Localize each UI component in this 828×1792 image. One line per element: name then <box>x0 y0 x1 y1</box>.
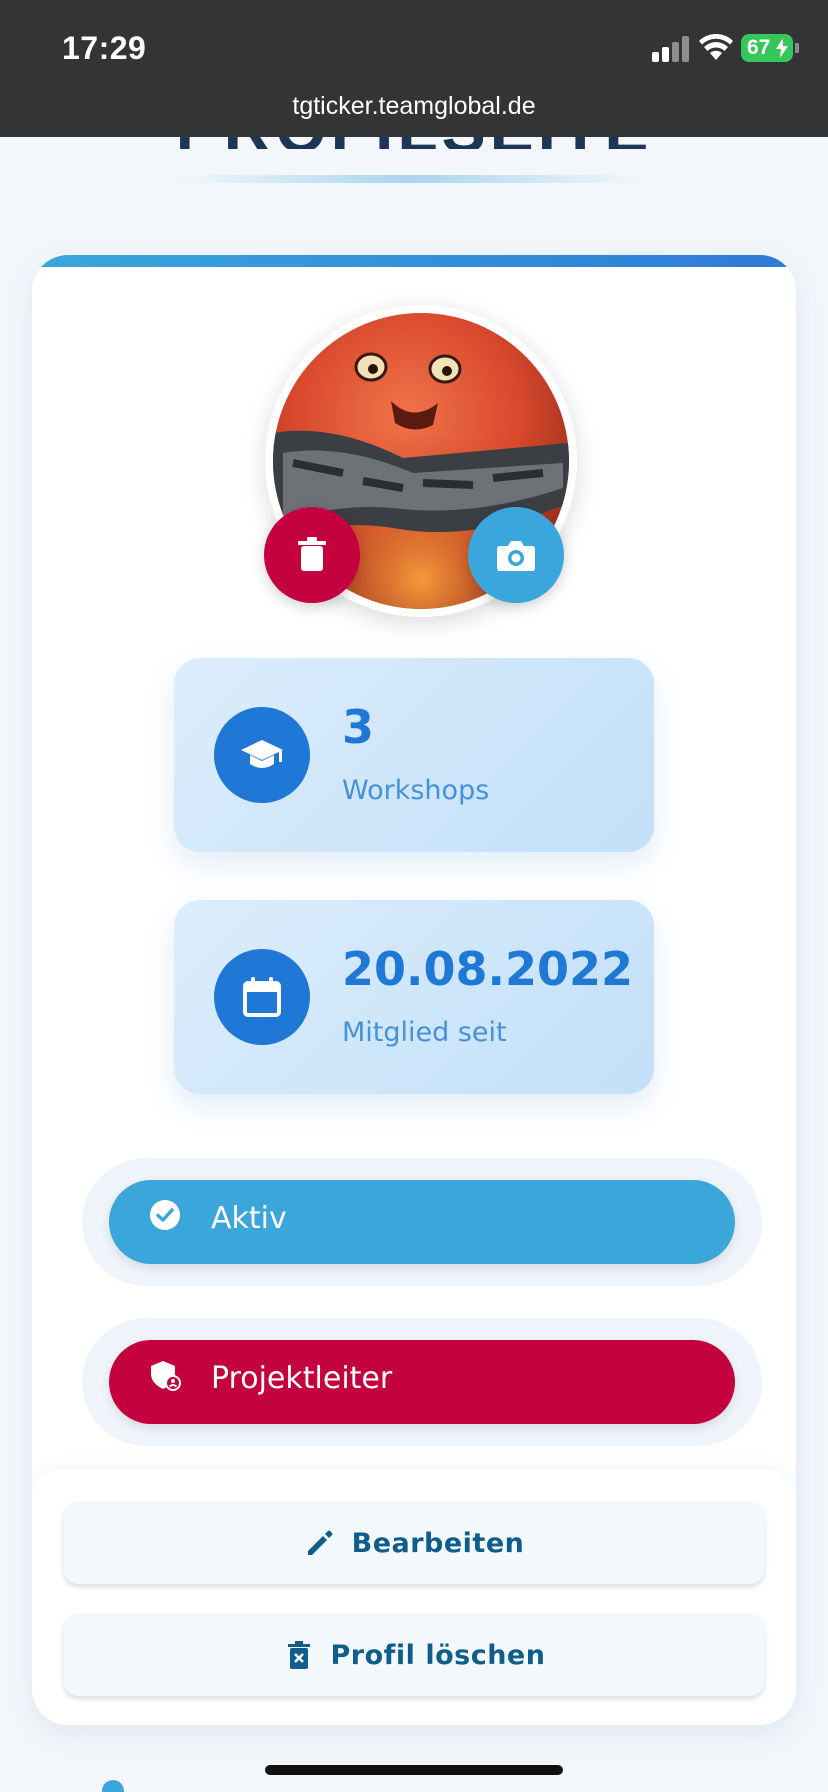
trash-icon <box>298 537 326 571</box>
status-time: 17:29 <box>62 30 147 66</box>
status-badge-container: Aktiv <box>82 1158 762 1286</box>
member-since-label: Mitglied seit <box>342 1017 507 1048</box>
home-indicator <box>265 1765 563 1775</box>
pencil-icon <box>307 1530 333 1555</box>
delete-profile-button[interactable]: Profil löschen <box>64 1614 764 1696</box>
wifi-icon <box>699 34 733 60</box>
battery-indicator: 67 <box>741 34 799 62</box>
workshops-label: Workshops <box>342 775 490 806</box>
status-badge: Aktiv <box>109 1180 735 1264</box>
workshops-stat-card: 3 Workshops <box>174 658 654 852</box>
check-circle-icon <box>150 1200 180 1230</box>
edit-profile-button[interactable]: Bearbeiten <box>64 1502 764 1584</box>
workshops-count: 3 <box>342 700 375 754</box>
status-label: Aktiv <box>211 1201 287 1236</box>
page-title: PROFILSEITE <box>0 137 828 149</box>
role-badge-container: Projektleiter <box>82 1318 762 1446</box>
admin-shield-icon <box>151 1361 181 1391</box>
address-bar-url[interactable]: tgticker.teamglobal.de <box>0 92 828 121</box>
delete-photo-button[interactable] <box>264 507 360 603</box>
delete-forever-icon <box>287 1641 310 1669</box>
profile-card: 3 Workshops 20.08.2022 Mitglied seit Akt… <box>32 255 796 1725</box>
calendar-icon <box>214 949 310 1045</box>
battery-level: 67 <box>747 36 771 59</box>
status-bar: 17:29 67 tgticker.teamglobal.de <box>0 0 828 137</box>
charging-bolt-icon <box>776 38 788 58</box>
edit-profile-label: Bearbeiten <box>351 1527 525 1559</box>
camera-icon <box>497 541 535 571</box>
member-since-stat-card: 20.08.2022 Mitglied seit <box>174 900 654 1094</box>
member-since-date: 20.08.2022 <box>342 942 634 996</box>
cellular-signal-icon <box>652 36 689 62</box>
card-accent-bar <box>32 255 796 267</box>
title-underline <box>175 175 645 183</box>
role-label: Projektleiter <box>211 1361 393 1396</box>
change-photo-button[interactable] <box>468 507 564 603</box>
actions-panel: Bearbeiten Profil löschen <box>32 1470 796 1725</box>
scroll-indicator-dot <box>102 1780 124 1792</box>
role-badge: Projektleiter <box>109 1340 735 1424</box>
delete-profile-label: Profil löschen <box>330 1639 546 1671</box>
graduation-cap-icon <box>214 707 310 803</box>
